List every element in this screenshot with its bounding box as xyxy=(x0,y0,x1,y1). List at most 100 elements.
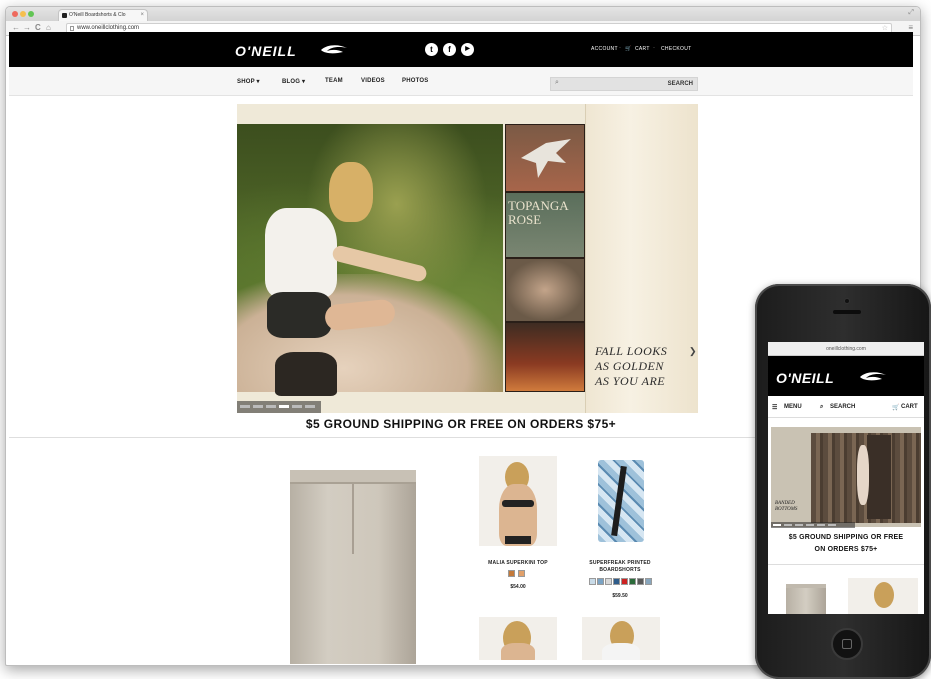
carousel-dot-active[interactable] xyxy=(279,405,289,408)
product-image-superfreak[interactable] xyxy=(582,456,660,546)
mobile-oneill-logo[interactable]: O'NEILL xyxy=(776,370,834,386)
nav-team[interactable]: TEAM xyxy=(325,78,343,84)
model-body xyxy=(501,643,535,660)
mobile-hero-text: BANDED BOTTOMS xyxy=(775,501,798,512)
nav-shop[interactable]: SHOP ▾ xyxy=(237,78,260,85)
swatch[interactable] xyxy=(508,570,515,577)
hero-collage: TOPANGA ROSE xyxy=(505,124,585,392)
mobile-carousel-dot[interactable] xyxy=(828,524,836,526)
swatch[interactable] xyxy=(621,578,628,585)
product-price: $59.50 xyxy=(612,593,628,599)
model-top xyxy=(602,643,640,660)
minimize-window-icon[interactable] xyxy=(20,11,26,17)
favicon-icon xyxy=(62,13,67,18)
carousel-dot[interactable] xyxy=(240,405,250,408)
model-shirt xyxy=(265,208,337,298)
close-window-icon[interactable] xyxy=(12,11,18,17)
model-hair xyxy=(874,582,894,608)
swatch[interactable] xyxy=(518,570,525,577)
product-image-fourth[interactable] xyxy=(582,617,660,660)
fullscreen-icon[interactable]: ⤢ xyxy=(908,9,914,17)
browser-tab-strip: O'Neill Boardshorts & Clo × ⤢ xyxy=(6,7,920,21)
mobile-search-icon[interactable]: ⌕ xyxy=(820,404,823,411)
bikini-top xyxy=(502,500,534,507)
browser-tab[interactable]: O'Neill Boardshorts & Clo × xyxy=(58,9,148,21)
swatch[interactable] xyxy=(613,578,620,585)
swatch[interactable] xyxy=(637,578,644,585)
carousel-dot[interactable] xyxy=(305,405,315,408)
swatch[interactable] xyxy=(605,578,612,585)
search-button[interactable]: SEARCH xyxy=(668,81,693,87)
mobile-carousel-dot[interactable] xyxy=(784,524,792,526)
main-nav: SHOP ▾ BLOG ▾ TEAM VIDEOS PHOTOS ⌕ SEARC… xyxy=(9,67,913,96)
checkout-link[interactable]: CHECKOUT xyxy=(661,46,691,52)
mobile-carousel-dot[interactable] xyxy=(806,524,814,526)
camera-icon xyxy=(844,298,850,304)
address-text: www.oneillclothing.com xyxy=(77,25,140,31)
product-name[interactable]: SUPERFREAK PRINTED BOARDSHORTS xyxy=(576,560,664,574)
mobile-shipping-banner: $5 GROUND SHIPPING OR FREE ON ORDERS $75… xyxy=(788,534,904,553)
site-header: O'NEILL t f ▶ ACCOUNT · 🛒 CART · CHECKOU… xyxy=(9,32,913,67)
home-button[interactable] xyxy=(831,628,863,660)
mobile-carousel-dot-active[interactable] xyxy=(773,524,781,526)
product-name[interactable]: MALIA SUPERKINI TOP xyxy=(474,560,562,567)
search-icon: ⌕ xyxy=(555,79,559,86)
home-button-icon xyxy=(842,639,852,649)
mobile-search-button[interactable]: SEARCH xyxy=(830,404,855,410)
mobile-nav: ☰ MENU ⌕ SEARCH 🛒 CART xyxy=(768,396,924,418)
mobile-product-model[interactable] xyxy=(848,578,918,614)
collage-stone xyxy=(505,258,585,322)
swatch[interactable] xyxy=(645,578,652,585)
bird-icon xyxy=(521,139,571,178)
model-boots xyxy=(275,352,337,396)
search-input[interactable]: ⌕ SEARCH xyxy=(550,77,698,91)
account-link[interactable]: ACCOUNT xyxy=(591,46,618,52)
nav-videos[interactable]: VIDEOS xyxy=(361,78,385,84)
mobile-menu-icon[interactable]: ☰ xyxy=(772,404,777,411)
shorts-fly xyxy=(352,484,354,554)
swatch[interactable] xyxy=(597,578,604,585)
mobile-wave-logo-icon xyxy=(860,372,886,381)
nav-photos[interactable]: PHOTOS xyxy=(402,78,428,84)
mobile-address-bar[interactable]: oneillclothing.com xyxy=(768,342,924,356)
product-image-third[interactable] xyxy=(479,617,557,660)
carousel-dot[interactable] xyxy=(253,405,263,408)
shorts-waistband xyxy=(290,470,416,484)
phone-device: oneillclothing.com O'NEILL ☰ MENU ⌕ SEAR… xyxy=(755,284,931,679)
product-image-walkshorts[interactable] xyxy=(290,470,416,664)
mobile-hero-carousel[interactable]: BANDED BOTTOMS xyxy=(771,427,921,527)
youtube-icon[interactable]: ▶ xyxy=(461,43,474,56)
oneill-logo[interactable]: O'NEILL xyxy=(235,43,297,59)
swatch[interactable] xyxy=(589,578,596,585)
collage-sign-text: TOPANGA ROSE xyxy=(508,198,569,227)
hero-carousel[interactable]: TOPANGA ROSE FALL LOOKS AS GOLDEN AS YOU… xyxy=(237,104,698,413)
swatch[interactable] xyxy=(629,578,636,585)
swatches-superfreak xyxy=(589,578,653,586)
carousel-dot[interactable] xyxy=(292,405,302,408)
mobile-cart-icon[interactable]: 🛒 xyxy=(892,404,899,411)
mobile-carousel-dots xyxy=(771,522,855,528)
mobile-product-shorts[interactable] xyxy=(786,584,826,614)
bikini-bottom xyxy=(505,536,531,544)
swatches-malia xyxy=(508,570,528,578)
speaker-icon xyxy=(833,310,861,314)
twitter-icon[interactable]: t xyxy=(425,43,438,56)
mobile-header: O'NEILL xyxy=(768,356,924,396)
tab-close-icon[interactable]: × xyxy=(140,10,144,21)
mobile-cart-button[interactable]: CART xyxy=(901,404,918,410)
cart-link[interactable]: CART xyxy=(635,46,650,52)
cart-icon[interactable]: 🛒 xyxy=(625,46,632,52)
facebook-icon[interactable]: f xyxy=(443,43,456,56)
mobile-carousel-dot[interactable] xyxy=(817,524,825,526)
next-slide-icon[interactable]: ❯ xyxy=(689,346,697,357)
zoom-window-icon[interactable] xyxy=(28,11,34,17)
hero-tagline: FALL LOOKS AS GOLDEN AS YOU ARE xyxy=(595,344,668,388)
carousel-dot[interactable] xyxy=(266,405,276,408)
collage-bird xyxy=(505,124,585,192)
product-image-malia-superkini[interactable] xyxy=(479,456,557,546)
mobile-menu-button[interactable]: MENU xyxy=(784,404,802,410)
cart-separator: · xyxy=(653,45,655,51)
nav-blog[interactable]: BLOG ▾ xyxy=(282,78,305,85)
collage-sign: TOPANGA ROSE xyxy=(505,192,585,258)
mobile-carousel-dot[interactable] xyxy=(795,524,803,526)
